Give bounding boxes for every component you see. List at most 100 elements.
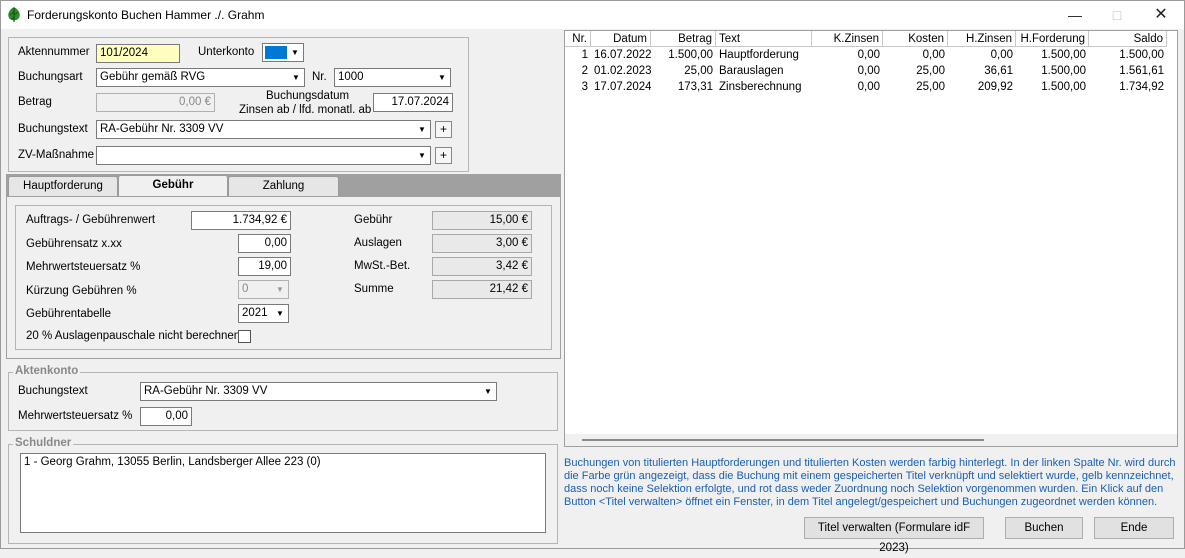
scrollbar-thumb[interactable] — [582, 439, 984, 441]
cell-text: Hauptforderung — [719, 49, 799, 61]
cell-text: Zinsberechnung — [719, 81, 802, 93]
aktenkonto-buchungstext-value: RA-Gebühr Nr. 3309 VV — [144, 385, 268, 397]
nr-select[interactable]: 1000 ▼ — [334, 68, 451, 87]
zv-massnahme-label: ZV-Maßnahme — [18, 149, 95, 161]
betrag-input[interactable]: 0,00 € — [96, 93, 215, 112]
chevron-down-icon[interactable]: ▼ — [480, 383, 496, 400]
ende-button[interactable]: Ende — [1094, 517, 1174, 539]
gebuehr-label: Gebühr — [354, 214, 393, 226]
col-header-kzinsen[interactable]: K.Zinsen — [812, 31, 883, 47]
gebuehrentabelle-label: Gebührentabelle — [26, 308, 112, 320]
kuerzung-select[interactable]: 0 ▼ — [238, 280, 289, 299]
minimize-icon[interactable]: — — [1060, 5, 1090, 25]
tab-zahlung[interactable]: Zahlung — [228, 176, 339, 196]
cell-kosten: 25,00 — [916, 65, 945, 77]
col-header-kosten[interactable]: Kosten — [883, 31, 948, 47]
gebuehrensatz-label: Gebührensatz x.xx — [26, 238, 122, 250]
cell-betrag: 1.500,00 — [668, 49, 713, 61]
col-header-hzinsen[interactable]: H.Zinsen — [948, 31, 1016, 47]
chevron-down-icon[interactable]: ▼ — [288, 69, 304, 86]
schuldner-legend: Schuldner — [13, 437, 74, 449]
cell-kosten: 0,00 — [922, 49, 945, 61]
chevron-down-icon[interactable]: ▼ — [272, 281, 288, 298]
buchungsart-select[interactable]: Gebühr gemäß RVG ▼ — [96, 68, 305, 87]
buchungstext-select[interactable]: RA-Gebühr Nr. 3309 VV ▼ — [96, 120, 431, 139]
horizontal-scrollbar[interactable] — [565, 434, 1177, 446]
col-header-saldo[interactable]: Saldo — [1089, 31, 1167, 47]
bookings-table[interactable]: Nr. Datum Betrag Text K.Zinsen Kosten H.… — [564, 30, 1178, 447]
mwst-betrag-label: MwSt.-Bet. — [354, 260, 411, 272]
cell-hzinsen: 209,92 — [977, 81, 1013, 93]
summe-value: 21,42 € — [432, 280, 532, 299]
auftragswert-input[interactable]: 1.734,92 € — [191, 211, 291, 230]
cell-kzinsen: 0,00 — [857, 65, 880, 77]
aktenkonto-legend: Aktenkonto — [13, 365, 81, 377]
col-header-text[interactable]: Text — [716, 31, 812, 47]
cell-datum: 01.02.2023 — [594, 65, 651, 77]
cell-nr: 2 — [581, 65, 588, 77]
cell-text: Barauslagen — [719, 65, 784, 77]
buchungstext-value: RA-Gebühr Nr. 3309 VV — [100, 123, 224, 135]
cell-kzinsen: 0,00 — [857, 81, 880, 93]
aktennummer-input[interactable]: 101/2024 — [96, 44, 180, 63]
close-icon[interactable]: ✕ — [1146, 5, 1176, 25]
titel-verwalten-button[interactable]: Titel verwalten (Formulare idF 2023) — [804, 517, 984, 554]
auftragswert-label: Auftrags- / Gebührenwert — [26, 214, 156, 226]
cell-hzinsen: 36,61 — [984, 65, 1013, 77]
main-window: Forderungskonto Buchen Hammer ./. Grahm … — [0, 0, 1185, 554]
chevron-down-icon[interactable]: ▼ — [414, 147, 430, 164]
info-text: Buchungen von titulierten Hauptforderung… — [564, 457, 1176, 508]
buchungsart-value: Gebühr gemäß RVG — [100, 71, 206, 83]
schuldner-list[interactable]: 1 - Georg Grahm, 13055 Berlin, Landsberg… — [20, 453, 546, 533]
title-bar: Forderungskonto Buchen Hammer ./. Grahm … — [1, 1, 1184, 29]
buchen-button[interactable]: Buchen — [1005, 517, 1083, 539]
mehrwertsteuersatz-label: Mehrwertsteuersatz % — [26, 261, 141, 273]
nr-label: Nr. — [312, 71, 327, 83]
buchungsdatum-input[interactable]: 17.07.2024 — [373, 93, 453, 112]
aktenkonto-mwst-input[interactable]: 0,00 — [140, 407, 192, 426]
gebuehrensatz-input[interactable]: 0,00 — [238, 234, 291, 253]
app-leaf-icon — [8, 7, 20, 22]
aktenkonto-buchungstext-select[interactable]: RA-Gebühr Nr. 3309 VV ▼ — [140, 382, 497, 401]
tab-hauptforderung[interactable]: Hauptforderung — [8, 176, 118, 196]
cell-betrag: 25,00 — [684, 65, 713, 77]
betrag-label: Betrag — [18, 96, 52, 108]
buchungsart-label: Buchungsart — [18, 71, 83, 83]
col-header-datum[interactable]: Datum — [591, 31, 651, 47]
chevron-down-icon[interactable]: ▼ — [272, 305, 288, 322]
mehrwertsteuersatz-input[interactable]: 19,00 — [238, 257, 291, 276]
kuerzung-value: 0 — [242, 283, 249, 295]
auslagen-label: Auslagen — [354, 237, 402, 249]
cell-betrag: 173,31 — [677, 81, 713, 93]
chevron-down-icon[interactable]: ▼ — [287, 44, 303, 61]
unterkonto-color-swatch — [265, 46, 287, 59]
col-header-hforderung[interactable]: H.Forderung — [1016, 31, 1089, 47]
gebuehrentabelle-select[interactable]: 2021 ▼ — [238, 304, 289, 323]
buchungstext-label: Buchungstext — [18, 123, 88, 135]
aktennummer-label: Aktennummer — [18, 46, 90, 58]
col-header-nr[interactable]: Nr. — [565, 31, 591, 47]
cell-kosten: 25,00 — [916, 81, 945, 93]
chevron-down-icon[interactable]: ▼ — [414, 121, 430, 138]
list-item[interactable]: 1 - Georg Grahm, 13055 Berlin, Landsberg… — [21, 454, 545, 470]
buchungsdatum-label: Buchungsdatum — [266, 90, 350, 102]
tab-gebuehr[interactable]: Gebühr — [118, 175, 228, 197]
auslagenpauschale-checkbox[interactable] — [238, 330, 251, 343]
unterkonto-label: Unterkonto — [198, 46, 255, 58]
cell-saldo: 1.734,92 — [1119, 81, 1164, 93]
add-buchungstext-button[interactable]: + — [435, 121, 452, 138]
cell-hforderung: 1.500,00 — [1041, 81, 1086, 93]
nr-value: 1000 — [338, 71, 364, 83]
zv-massnahme-select[interactable]: ▼ — [96, 146, 431, 165]
col-header-betrag[interactable]: Betrag — [651, 31, 716, 47]
cell-hforderung: 1.500,00 — [1041, 65, 1086, 77]
unterkonto-select[interactable]: ▼ — [262, 43, 304, 62]
kuerzung-label: Kürzung Gebühren % — [26, 285, 137, 297]
gebuehrentabelle-value: 2021 — [242, 307, 268, 319]
add-zv-button[interactable]: + — [435, 147, 452, 164]
maximize-icon[interactable]: □ — [1102, 5, 1132, 25]
gebuehr-value: 15,00 € — [432, 211, 532, 230]
auslagenpauschale-label: 20 % Auslagenpauschale nicht berechnen — [26, 330, 241, 342]
aktenkonto-buchungstext-label: Buchungstext — [18, 385, 88, 397]
chevron-down-icon[interactable]: ▼ — [434, 69, 450, 86]
